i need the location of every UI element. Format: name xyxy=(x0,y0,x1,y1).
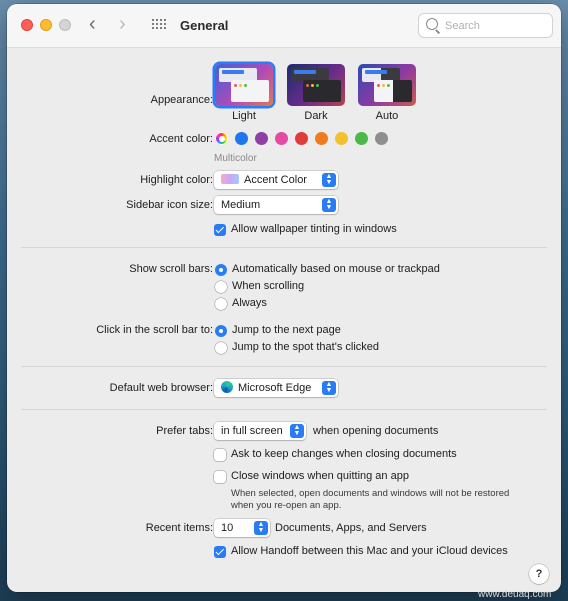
popup-chevrons-icon: ▲ ▼ xyxy=(322,173,336,187)
recent-items-value: 10 xyxy=(221,522,234,534)
close-windows-note-line1: When selected, open documents and window… xyxy=(231,488,510,499)
accent-swatch-yellow[interactable] xyxy=(335,132,348,145)
minimize-window-button[interactable] xyxy=(40,19,52,31)
show-scroll-bars-label: Show scroll bars: xyxy=(129,263,213,275)
wallpaper-tinting-checkbox[interactable] xyxy=(214,224,226,236)
scroll-bars-automatic-radio[interactable] xyxy=(215,264,227,276)
recent-items-popup[interactable]: 10 ▲ ▼ xyxy=(214,519,270,537)
accent-selected-name: Multicolor xyxy=(214,153,257,164)
scroll-click-next-page-radio[interactable] xyxy=(215,325,227,337)
appearance-dark-label: Dark xyxy=(304,110,328,122)
recent-items-suffix: Documents, Apps, and Servers xyxy=(275,522,427,534)
window-title: General xyxy=(180,18,229,33)
general-pane: Appearance: Light Dark Auto Accent color… xyxy=(7,48,561,592)
prefer-tabs-value: in full screen xyxy=(221,425,283,437)
help-button[interactable]: ? xyxy=(529,564,549,584)
forward-arrow-icon[interactable]: › xyxy=(119,14,126,34)
accent-swatch-purple[interactable] xyxy=(255,132,268,145)
accent-color-label: Accent color: xyxy=(149,133,213,145)
highlight-color-value: Accent Color xyxy=(244,174,307,186)
show-all-grid-icon[interactable] xyxy=(152,19,168,33)
popup-chevrons-icon: ▲ ▼ xyxy=(322,381,336,395)
popup-chevrons-icon: ▲ ▼ xyxy=(290,424,304,438)
handoff-label: Allow Handoff between this Mac and your … xyxy=(231,545,508,557)
appearance-label: Appearance: xyxy=(150,94,213,106)
scroll-bars-automatic-label: Automatically based on mouse or trackpad xyxy=(232,263,440,275)
prefer-tabs-label: Prefer tabs: xyxy=(156,425,213,437)
highlight-color-chip xyxy=(221,174,239,184)
scroll-click-spot-label: Jump to the spot that's clicked xyxy=(232,341,380,353)
scroll-click-spot-radio[interactable] xyxy=(215,342,227,354)
popup-chevrons-icon: ▲ ▼ xyxy=(254,521,268,535)
highlight-color-popup[interactable]: Accent Color ▲ ▼ xyxy=(214,171,338,189)
close-windows-checkbox[interactable] xyxy=(214,471,226,483)
edge-browser-icon xyxy=(221,381,233,393)
sidebar-icon-size-value: Medium xyxy=(221,199,261,211)
appearance-dark-thumbnail[interactable] xyxy=(287,64,345,106)
accent-swatch-pink[interactable] xyxy=(275,132,288,145)
default-browser-popup[interactable]: Microsoft Edge ▲ ▼ xyxy=(214,379,338,397)
close-windows-note-line2: when you re-open an app. xyxy=(231,500,342,511)
default-browser-label: Default web browser: xyxy=(109,382,213,394)
accent-swatch-multicolor[interactable] xyxy=(215,132,228,145)
site-watermark: www.deuaq.com xyxy=(478,589,552,600)
appearance-auto-label: Auto xyxy=(375,110,399,122)
scroll-click-label: Click in the scroll bar to: xyxy=(96,324,213,336)
prefer-tabs-popup[interactable]: in full screen ▲ ▼ xyxy=(214,422,306,440)
close-windows-label: Close windows when quitting an app xyxy=(231,470,409,482)
appearance-light-thumbnail[interactable] xyxy=(215,64,273,106)
highlight-color-label: Highlight color: xyxy=(140,174,213,186)
accent-swatch-graphite[interactable] xyxy=(375,132,388,145)
accent-swatch-red[interactable] xyxy=(295,132,308,145)
scroll-click-next-page-label: Jump to the next page xyxy=(232,324,341,336)
accent-swatch-orange[interactable] xyxy=(315,132,328,145)
zoom-window-button[interactable] xyxy=(59,19,71,31)
title-bar: ‹ › General Search xyxy=(7,4,561,48)
handoff-checkbox[interactable] xyxy=(214,546,226,558)
appearance-light-label: Light xyxy=(232,110,256,122)
search-field[interactable]: Search xyxy=(418,13,553,38)
sidebar-icon-size-label: Sidebar icon size: xyxy=(126,199,213,211)
scroll-bars-always-radio[interactable] xyxy=(215,298,227,310)
close-window-button[interactable] xyxy=(21,19,33,31)
prefer-tabs-suffix: when opening documents xyxy=(313,425,439,437)
recent-items-label: Recent items: xyxy=(145,522,213,534)
back-arrow-icon[interactable]: ‹ xyxy=(89,14,96,34)
search-placeholder: Search xyxy=(445,20,480,32)
accent-swatch-green[interactable] xyxy=(355,132,368,145)
appearance-auto-thumbnail[interactable] xyxy=(358,64,416,106)
scroll-bars-when-scrolling-radio[interactable] xyxy=(215,281,227,293)
default-browser-value: Microsoft Edge xyxy=(238,382,312,394)
section-divider xyxy=(21,247,547,248)
wallpaper-tinting-label: Allow wallpaper tinting in windows xyxy=(231,223,397,235)
search-icon xyxy=(426,18,438,30)
popup-chevrons-icon: ▲ ▼ xyxy=(322,198,336,212)
preferences-window: ‹ › General Search Appearance: Light Dar… xyxy=(7,4,561,592)
keep-changes-checkbox[interactable] xyxy=(214,449,226,461)
section-divider xyxy=(21,366,547,367)
keep-changes-label: Ask to keep changes when closing documen… xyxy=(231,448,457,460)
scroll-bars-always-label: Always xyxy=(232,297,267,309)
section-divider xyxy=(21,409,547,410)
accent-swatch-blue[interactable] xyxy=(235,132,248,145)
scroll-bars-when-scrolling-label: When scrolling xyxy=(232,280,305,292)
sidebar-icon-size-popup[interactable]: Medium ▲ ▼ xyxy=(214,196,338,214)
